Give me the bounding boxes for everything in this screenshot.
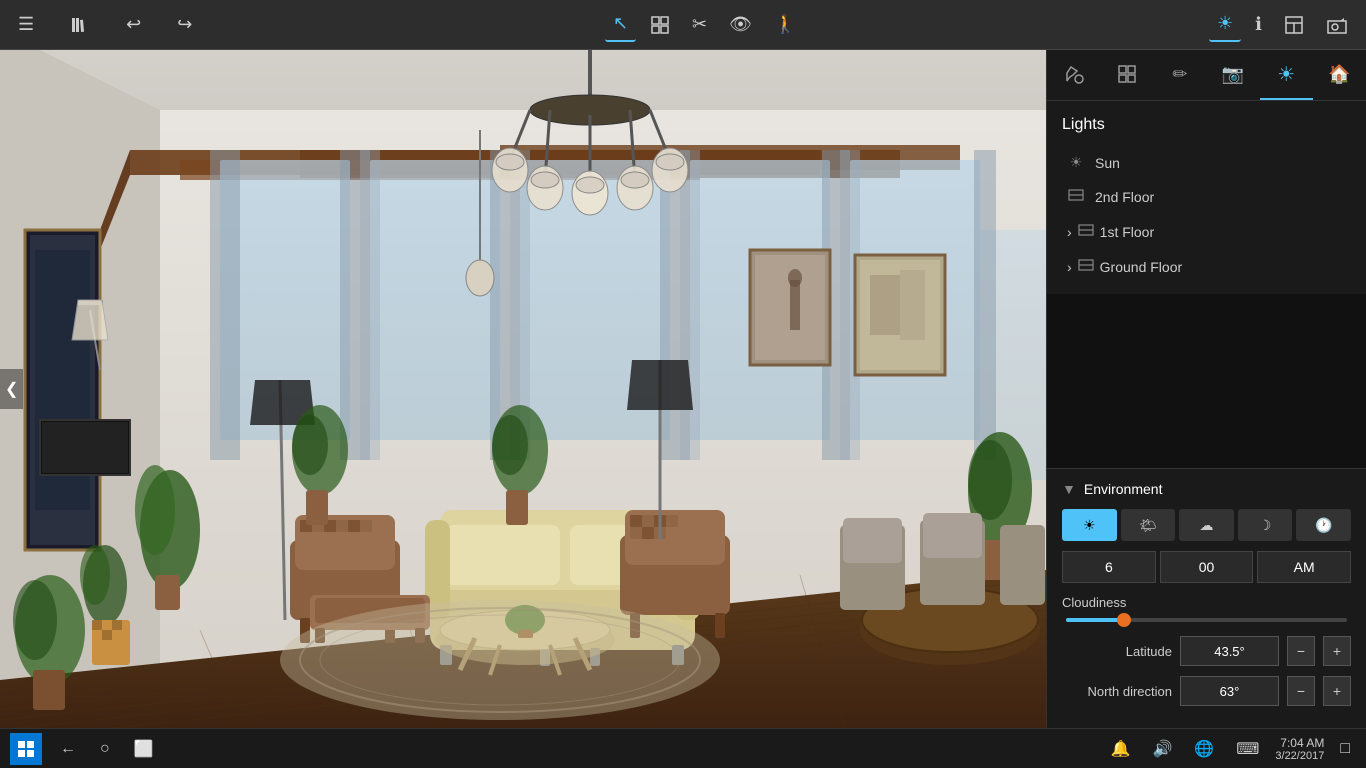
1st-floor-chevron: › — [1067, 224, 1072, 240]
left-panel-arrow[interactable]: ❮ — [0, 369, 23, 409]
right-tool-group: ☀ ℹ — [1209, 7, 1356, 42]
lights-title: Lights — [1062, 116, 1351, 134]
lights-section: Lights ☀ Sun 2nd Floor › — [1047, 101, 1366, 294]
right-panel: ✏ 📷 ☀ 🏠 Lights ☀ Sun 2nd Floor — [1046, 50, 1366, 728]
time-mode-cloudy[interactable]: ☁ — [1179, 509, 1234, 541]
env-chevron: ▼ — [1062, 481, 1076, 497]
sun-tool[interactable]: ☀ — [1209, 7, 1241, 42]
redo-icon[interactable]: ↪ — [169, 8, 200, 41]
info-tool[interactable]: ℹ — [1247, 8, 1270, 41]
light-1st-floor-label: 1st Floor — [1100, 224, 1154, 240]
north-direction-value[interactable]: 63° — [1180, 676, 1279, 706]
time-fields: 6 00 AM — [1062, 551, 1351, 583]
light-2nd-floor-label: 2nd Floor — [1095, 189, 1154, 205]
lights-empty-space — [1047, 294, 1366, 468]
edit-panel-icon[interactable]: ✏ — [1153, 50, 1206, 100]
latitude-label: Latitude — [1062, 644, 1172, 659]
ground-floor-chevron: › — [1067, 259, 1072, 275]
main-content: ❮ ✏ 📷 ☀ 🏠 — [0, 50, 1366, 728]
volume-icon[interactable]: 🔊 — [1146, 735, 1178, 763]
taskbar-search-button[interactable]: ○ — [94, 736, 116, 762]
light-item-sun[interactable]: ☀ Sun — [1062, 146, 1351, 179]
sun-panel-icon[interactable]: ☀ — [1260, 50, 1313, 100]
light-sun-label: Sun — [1095, 155, 1120, 171]
taskbar-date-display: 3/22/2017 — [1275, 750, 1324, 762]
latitude-row: Latitude 43.5° − + — [1062, 636, 1351, 666]
keyboard-icon[interactable]: ⌨ — [1230, 735, 1265, 763]
taskbar-back-button[interactable]: ← — [54, 736, 82, 762]
select-tool[interactable]: ↖ — [605, 7, 636, 42]
time-minute-field[interactable]: 00 — [1160, 551, 1254, 583]
network-icon[interactable]: 🌐 — [1188, 735, 1220, 763]
latitude-value[interactable]: 43.5° — [1180, 636, 1279, 666]
time-mode-partly[interactable]: 🌤 — [1121, 509, 1176, 541]
cloudiness-thumb[interactable] — [1117, 613, 1131, 627]
floor-panel-icon[interactable] — [1100, 50, 1153, 100]
latitude-minus-btn[interactable]: − — [1287, 636, 1315, 666]
menu-icon[interactable]: ☰ — [10, 8, 42, 41]
layout-tool[interactable] — [1276, 9, 1312, 41]
viewport[interactable]: ❮ — [0, 50, 1046, 728]
light-item-2nd-floor[interactable]: 2nd Floor — [1062, 179, 1351, 214]
2nd-floor-light-icon — [1067, 187, 1085, 206]
paint-panel-icon[interactable] — [1047, 50, 1100, 100]
light-item-ground-floor[interactable]: › Ground Floor — [1062, 249, 1351, 284]
north-direction-plus-btn[interactable]: + — [1323, 676, 1351, 706]
time-hour-field[interactable]: 6 — [1062, 551, 1156, 583]
arrange-tool[interactable] — [642, 9, 678, 41]
environment-header[interactable]: ▼ Environment — [1062, 481, 1351, 497]
panel-top-icons: ✏ 📷 ☀ 🏠 — [1047, 50, 1366, 101]
time-mode-row: ☀ 🌤 ☁ ☽ 🕐 — [1062, 509, 1351, 541]
1st-floor-light-icon — [1078, 222, 1094, 241]
time-mode-clear[interactable]: ☀ — [1062, 509, 1117, 541]
scissors-tool[interactable]: ✂ — [684, 8, 715, 41]
north-direction-row: North direction 63° − + — [1062, 676, 1351, 706]
top-toolbar: ☰ ↩ ↪ ↖ ✂ 👁 🚶 ☀ ℹ — [0, 0, 1366, 50]
sun-light-icon: ☀ — [1067, 154, 1085, 171]
cloudiness-fill — [1066, 618, 1122, 622]
taskbar-right: 🔔 🔊 🌐 ⌨ 7:04 AM 3/22/2017 □ — [1105, 735, 1356, 763]
time-ampm-field[interactable]: AM — [1257, 551, 1351, 583]
walk-tool[interactable]: 🚶 — [766, 8, 804, 41]
time-mode-night[interactable]: ☽ — [1238, 509, 1293, 541]
environment-section: ▼ Environment ☀ 🌤 ☁ ☽ 🕐 6 00 AM Cloudine… — [1047, 468, 1366, 728]
notification-icon[interactable]: 🔔 — [1105, 735, 1137, 763]
taskbar-time-display: 7:04 AM — [1275, 736, 1324, 750]
cloudiness-label: Cloudiness — [1062, 595, 1351, 610]
taskbar-multitask-button[interactable]: ⬜ — [128, 735, 160, 763]
library-icon[interactable] — [62, 9, 98, 41]
latitude-plus-btn[interactable]: + — [1323, 636, 1351, 666]
ground-floor-light-icon — [1078, 257, 1094, 276]
taskbar-clock[interactable]: 7:04 AM 3/22/2017 — [1275, 736, 1324, 762]
bottom-taskbar: ← ○ ⬜ 🔔 🔊 🌐 ⌨ 7:04 AM 3/22/2017 □ — [0, 728, 1366, 768]
time-mode-clock[interactable]: 🕐 — [1296, 509, 1351, 541]
home-panel-icon[interactable]: 🏠 — [1313, 50, 1366, 100]
undo-icon[interactable]: ↩ — [118, 8, 149, 41]
cloudiness-slider[interactable] — [1062, 618, 1351, 622]
tool-group: ↖ ✂ 👁 🚶 — [605, 7, 804, 42]
north-direction-minus-btn[interactable]: − — [1287, 676, 1315, 706]
light-item-1st-floor[interactable]: › 1st Floor — [1062, 214, 1351, 249]
cloudiness-track — [1066, 618, 1347, 622]
north-direction-label: North direction — [1062, 684, 1172, 699]
camera-panel-icon[interactable]: 📷 — [1207, 50, 1260, 100]
view-tool[interactable]: 👁 — [721, 8, 760, 41]
light-ground-floor-label: Ground Floor — [1100, 259, 1182, 275]
camera-tool[interactable] — [1318, 8, 1356, 42]
notifications-sidebar-icon[interactable]: □ — [1334, 736, 1356, 762]
windows-start-button[interactable] — [10, 733, 42, 765]
environment-title: Environment — [1084, 481, 1163, 497]
